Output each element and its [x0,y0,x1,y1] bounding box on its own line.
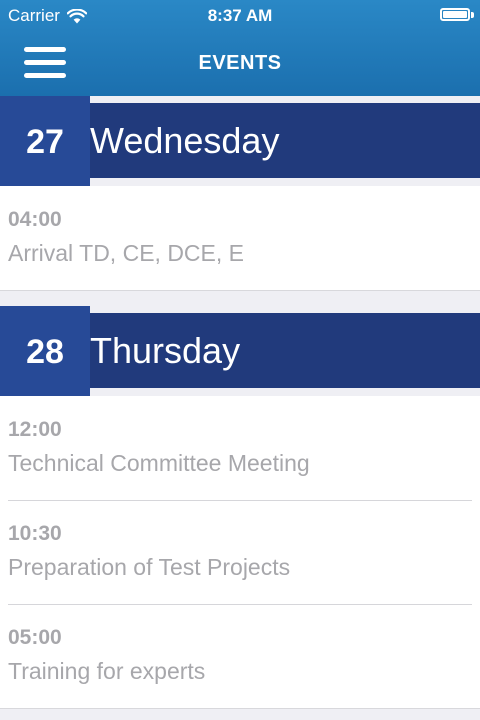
day-header: 27 Wednesday [0,96,480,186]
day-section: 27 Wednesday 04:00 Arrival TD, CE, DCE, … [0,96,480,291]
day-name: Wednesday [90,119,280,161]
battery-icon [440,8,470,21]
event-time: 05:00 [8,626,62,649]
page-title: EVENTS [198,52,282,74]
event-title: Preparation of Test Projects [8,554,291,580]
events-content: 27 Wednesday 04:00 Arrival TD, CE, DCE, … [0,96,480,709]
day-header: 28 Thursday [0,306,480,396]
day-section: 28 Thursday 12:00 Technical Committee Me… [0,306,480,709]
day-number: 27 [0,96,90,186]
event-title: Technical Committee Meeting [8,450,310,476]
event-item[interactable]: 05:00 Training for experts [0,604,480,708]
day-number: 28 [0,306,90,396]
events-list: 12:00 Technical Committee Meeting 10:30 … [0,396,480,709]
event-item[interactable]: 04:00 Arrival TD, CE, DCE, E [0,186,480,290]
status-time: 8:37 AM [207,6,273,25]
battery-tip [471,12,474,18]
event-time: 10:30 [8,522,62,545]
events-list: 04:00 Arrival TD, CE, DCE, E [0,186,480,291]
navigation-bar: EVENTS [0,32,480,96]
event-time: 12:00 [8,418,62,441]
top-bar: Carrier 8:37 AM EVENTS [0,0,480,96]
battery-fill [443,11,467,18]
status-bar: Carrier 8:37 AM [0,0,480,32]
event-item[interactable]: 12:00 Technical Committee Meeting [0,396,480,500]
event-time: 04:00 [8,208,62,231]
event-title: Arrival TD, CE, DCE, E [8,240,244,266]
day-name: Thursday [90,329,241,371]
event-title: Training for experts [8,658,206,684]
event-item[interactable]: 10:30 Preparation of Test Projects [0,500,480,604]
